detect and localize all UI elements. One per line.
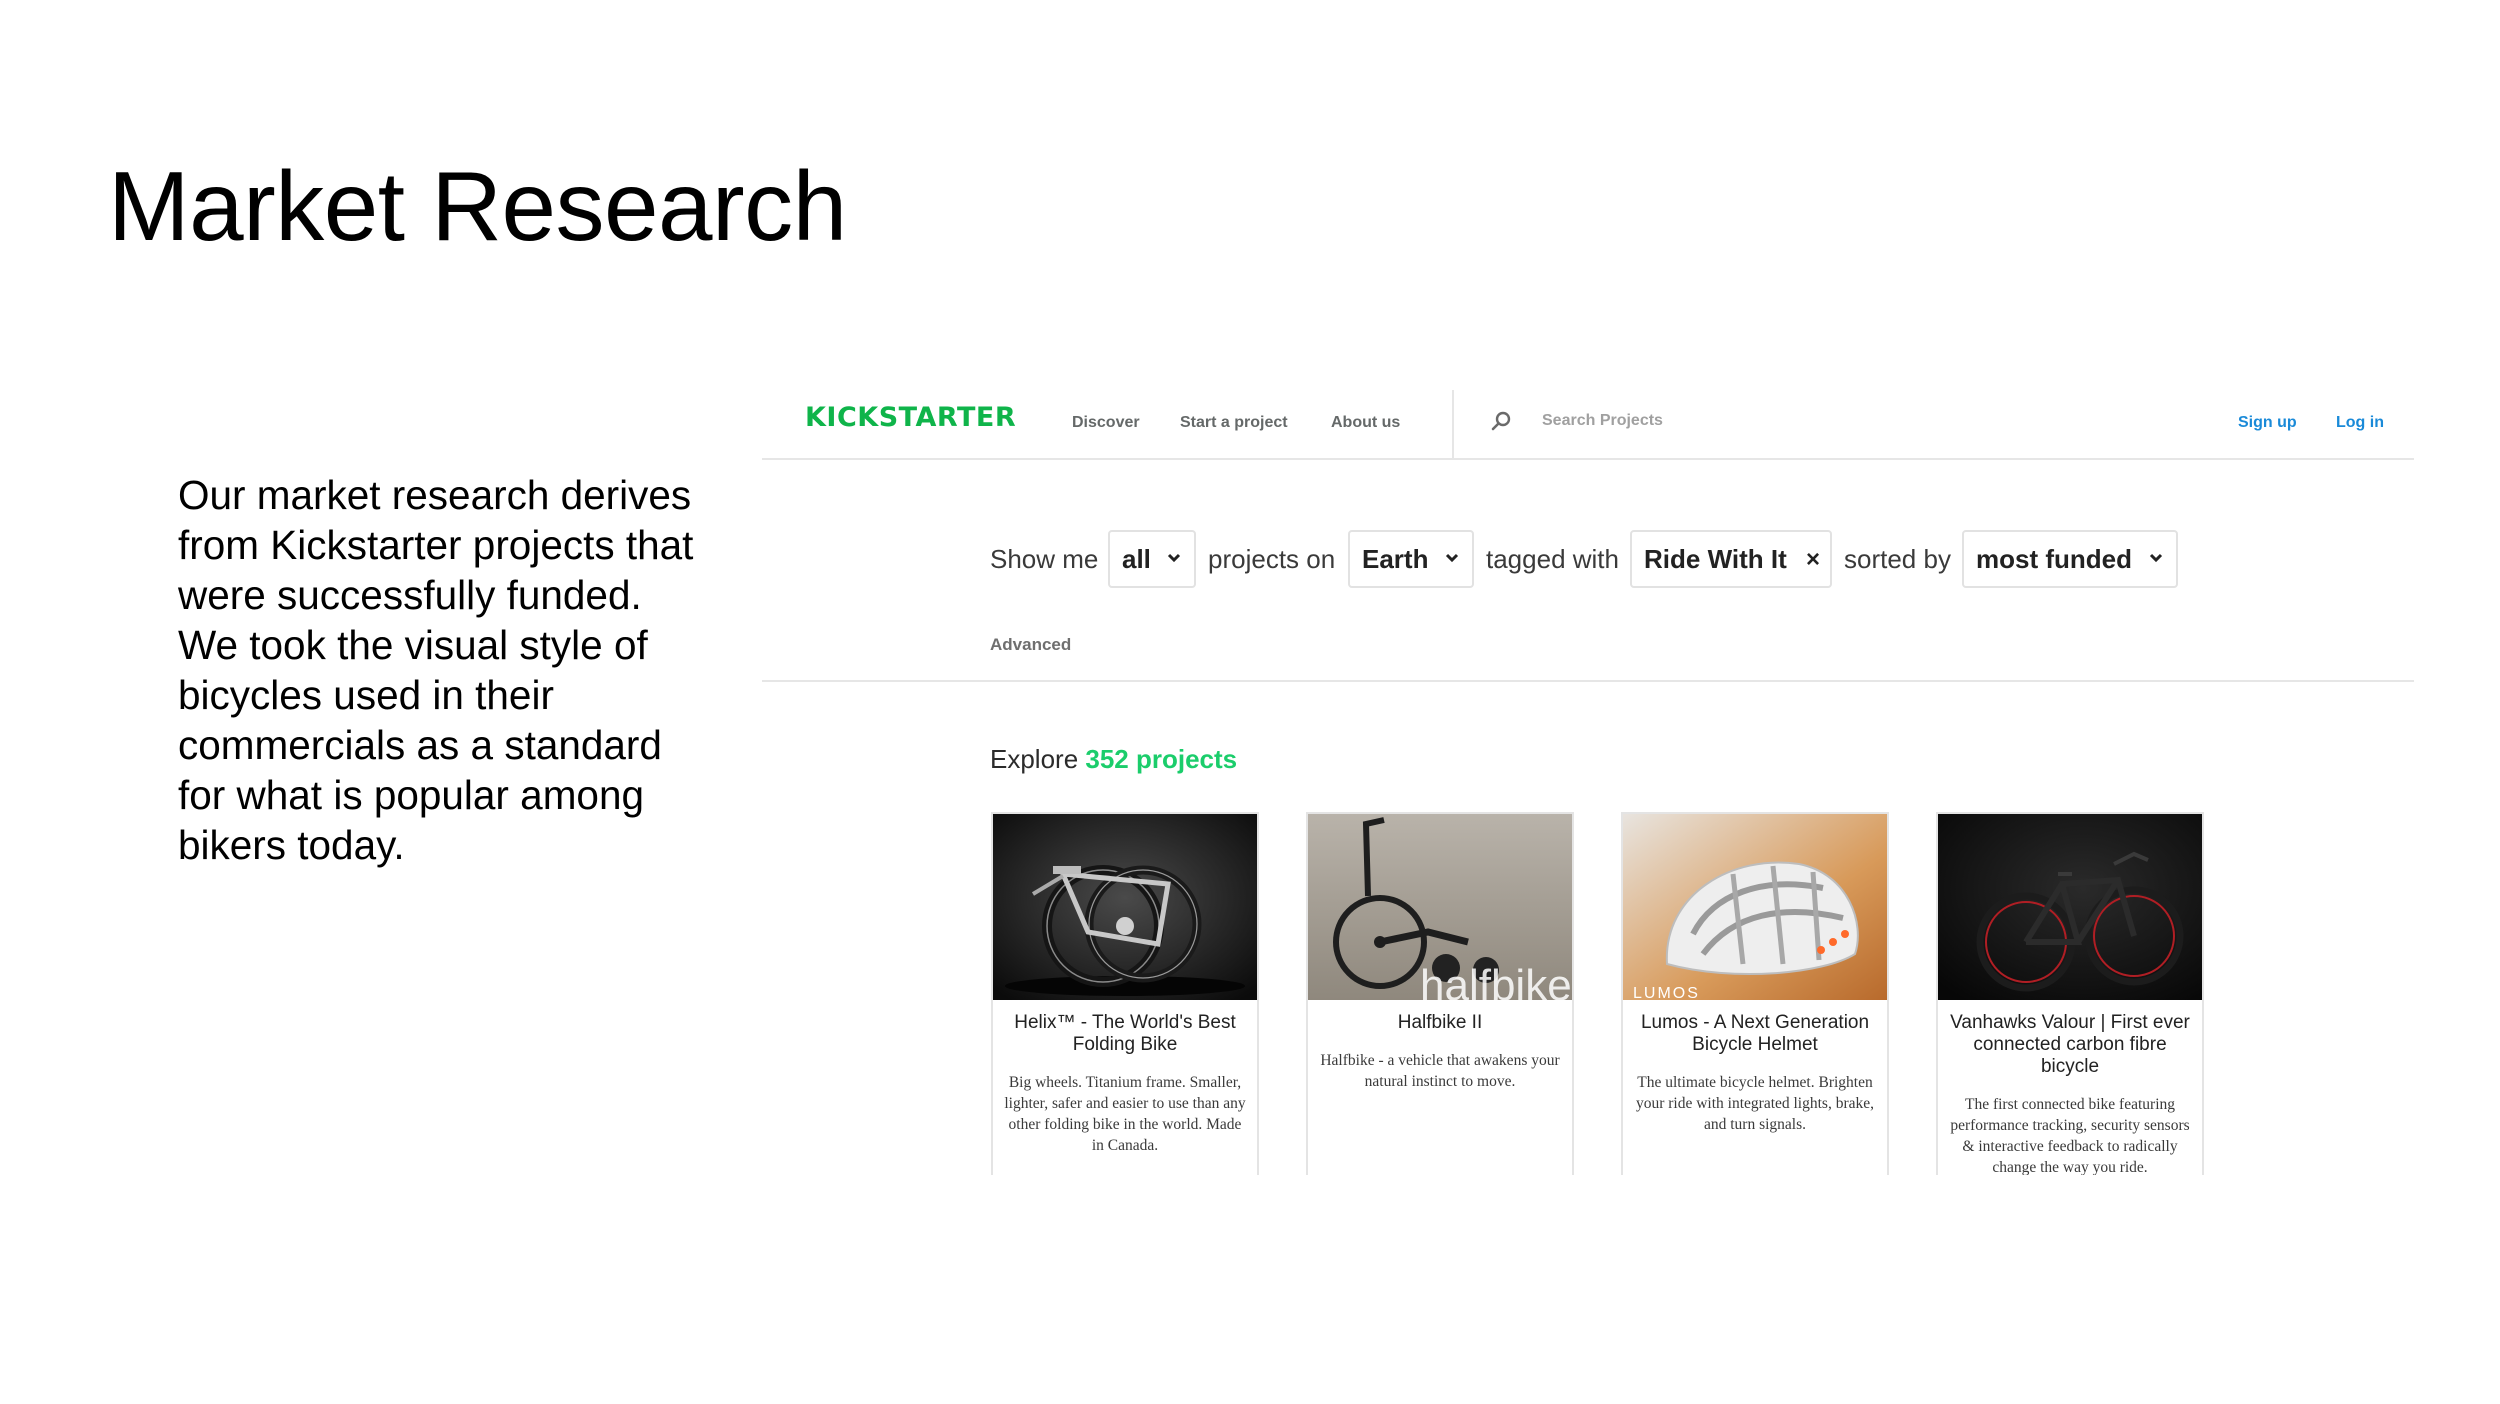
chevron-down-icon xyxy=(1167,553,1181,563)
project-card-halfbike[interactable]: halfbike Halfbike II Halfbike - a vehicl… xyxy=(1306,812,1574,1175)
nav-link-discover[interactable]: Discover xyxy=(1072,414,1140,432)
project-card-lumos[interactable]: LUMOS Lumos - A Next Generation Bicycle … xyxy=(1621,812,1889,1175)
project-title[interactable]: Vanhawks Valour | First ever connected c… xyxy=(1946,1012,2194,1078)
project-image-vanhawks[interactable] xyxy=(1938,814,2202,1000)
filter-label-tagged-with: tagged with xyxy=(1486,544,1619,574)
kickstarter-navbar: KICKSTARTER Discover Start a project Abo… xyxy=(762,380,2414,460)
tag-filter[interactable]: Ride With It × xyxy=(1630,530,1832,588)
category-select[interactable]: all xyxy=(1108,530,1196,588)
chevron-down-icon xyxy=(2149,553,2163,563)
log-in-link[interactable]: Log in xyxy=(2336,414,2384,432)
filter-label-show-me: Show me xyxy=(990,544,1099,574)
project-image-lumos[interactable]: LUMOS xyxy=(1623,814,1887,1000)
project-title[interactable]: Halfbike II xyxy=(1316,1012,1564,1034)
project-image-halfbike[interactable]: halfbike xyxy=(1308,814,1572,1000)
project-title[interactable]: Helix™ - The World's Best Folding Bike xyxy=(1001,1012,1249,1056)
project-blurb: The ultimate bicycle helmet. Brighten yo… xyxy=(1635,1074,1875,1133)
nav-link-about-us[interactable]: About us xyxy=(1331,414,1400,432)
search-icon[interactable] xyxy=(1490,410,1512,432)
lumos-logo: LUMOS xyxy=(1633,985,1700,1000)
remove-tag-icon[interactable]: × xyxy=(1806,546,1820,574)
search-input[interactable] xyxy=(1542,406,1842,436)
location-select[interactable]: Earth xyxy=(1348,530,1474,588)
project-card-helix[interactable]: Helix™ - The World's Best Folding Bike B… xyxy=(991,812,1259,1175)
sort-select[interactable]: most funded xyxy=(1962,530,2178,588)
divider xyxy=(762,680,2414,682)
project-card-vanhawks[interactable]: Vanhawks Valour | First ever connected c… xyxy=(1936,812,2204,1175)
filter-label-sorted-by: sorted by xyxy=(1844,544,1951,574)
kickstarter-logo[interactable]: KICKSTARTER xyxy=(805,402,1016,433)
filter-label-projects-on: projects on xyxy=(1208,544,1336,574)
sign-up-link[interactable]: Sign up xyxy=(2238,414,2297,432)
nav-divider xyxy=(1452,390,1454,460)
project-blurb: The first connected bike featuring perfo… xyxy=(1950,1096,2190,1175)
project-blurb: Halfbike - a vehicle that awakens your n… xyxy=(1320,1052,1560,1090)
nav-link-start-project[interactable]: Start a project xyxy=(1180,414,1288,432)
slide-body-text: Our market research derives from Kicksta… xyxy=(178,472,694,868)
kickstarter-screenshot: KICKSTARTER Discover Start a project Abo… xyxy=(762,380,2414,1175)
explore-heading: Explore 352 projects xyxy=(990,744,1238,774)
slide-title: Market Research xyxy=(108,151,847,261)
project-image-helix[interactable] xyxy=(993,814,1257,1000)
project-title[interactable]: Lumos - A Next Generation Bicycle Helmet xyxy=(1631,1012,1879,1056)
halfbike-logo: halfbike xyxy=(1420,961,1572,1000)
project-count-link[interactable]: 352 projects xyxy=(1085,744,1237,774)
chevron-down-icon xyxy=(1445,553,1459,563)
project-blurb: Big wheels. Titanium frame. Smaller, lig… xyxy=(1004,1074,1246,1154)
advanced-filter-link[interactable]: Advanced xyxy=(990,635,1071,655)
discover-filter-bar: Show me all projects on Earth tagged wit… xyxy=(762,530,2414,590)
